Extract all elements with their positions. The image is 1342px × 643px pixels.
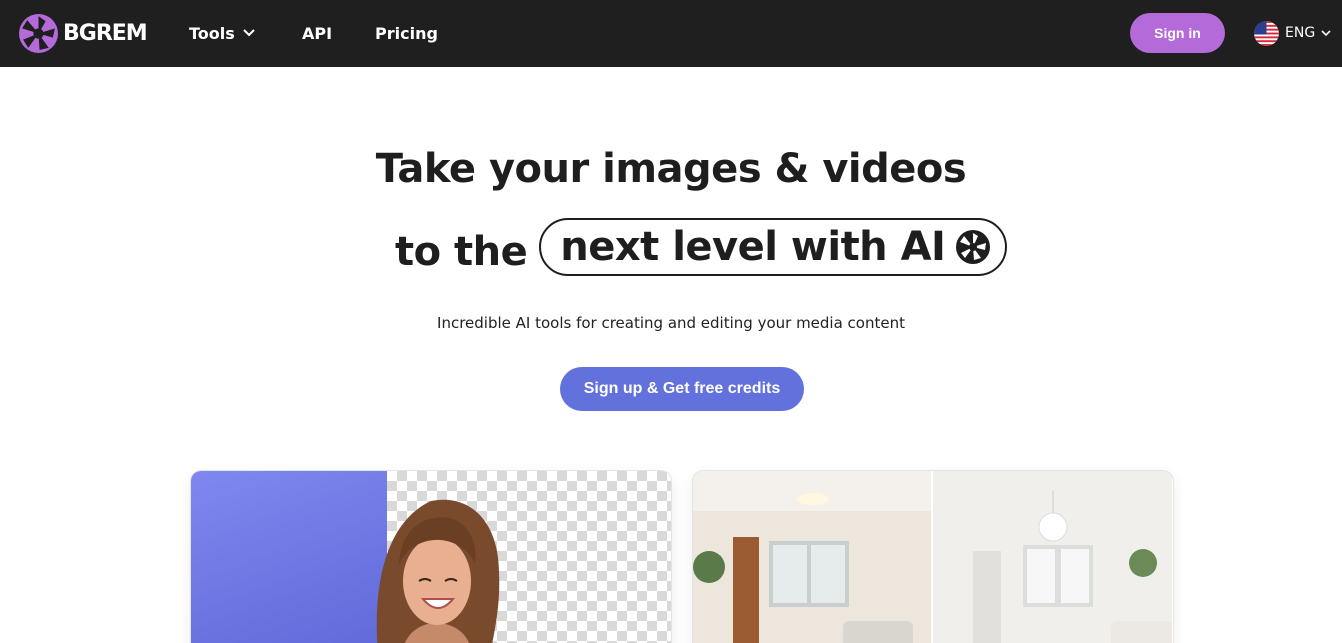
smiling-woman-image: [376, 499, 500, 643]
room-redesign-card[interactable]: [693, 471, 1173, 643]
hero-headline-line1: Take your images & videos: [375, 146, 967, 192]
room-after-image: [933, 471, 1172, 643]
nav-tools[interactable]: Tools: [189, 22, 255, 44]
aperture-logo-icon: [19, 13, 58, 53]
signup-cta-button[interactable]: Sign up & Get free credits: [560, 367, 804, 411]
hero-highlight-pill: next level with AI: [539, 218, 1008, 276]
nav-api[interactable]: API: [302, 22, 332, 44]
original-background: [191, 471, 387, 643]
hero-pill-text: next level with AI: [560, 224, 946, 270]
hero-line2-lead: to the: [395, 229, 528, 275]
top-navbar: BGREM Tools API Pricing Sign in ENG: [0, 0, 1342, 67]
chevron-down-icon: [1321, 29, 1331, 36]
background-remover-card[interactable]: [191, 471, 671, 643]
hero-headline-line2: to the next level with AI: [395, 218, 1008, 276]
sign-in-button[interactable]: Sign in: [1130, 13, 1225, 53]
hero-subtitle: Incredible AI tools for creating and edi…: [437, 314, 905, 332]
brand-logo[interactable]: BGREM: [18, 12, 148, 54]
chevron-down-icon: [243, 29, 255, 37]
nav-api-label: API: [302, 23, 333, 43]
nav-tools-label: Tools: [189, 23, 235, 43]
nav-pricing-label: Pricing: [375, 23, 438, 43]
language-code: ENG: [1285, 25, 1316, 41]
nav-pricing[interactable]: Pricing: [375, 22, 438, 44]
aperture-icon: [956, 230, 991, 264]
brand-name: BGREM: [63, 20, 148, 46]
room-before-image: [693, 471, 932, 643]
language-selector[interactable]: ENG: [1254, 20, 1331, 46]
us-flag-icon: [1254, 20, 1279, 46]
